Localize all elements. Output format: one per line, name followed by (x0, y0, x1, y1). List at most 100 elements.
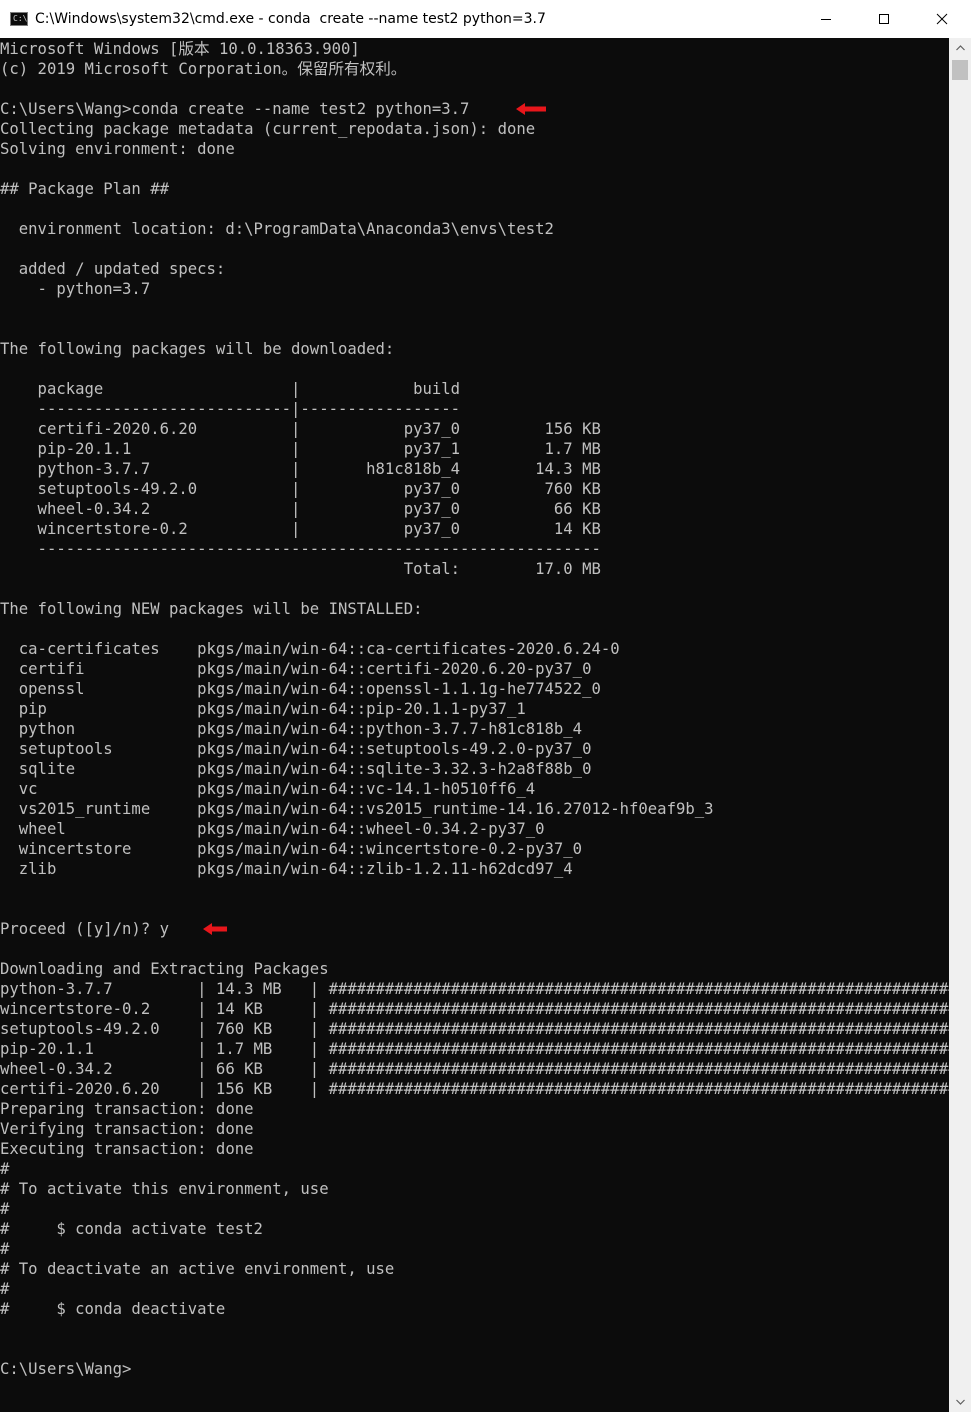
terminal-line-text: Executing transaction: done (0, 1140, 254, 1158)
minimize-button[interactable] (797, 0, 855, 38)
terminal-line-text: setuptools pkgs/main/win-64::setuptools-… (0, 740, 592, 758)
terminal-line: wincertstore-0.2 | py37_0 14 KB (0, 519, 949, 539)
terminal-line-text: Microsoft Windows [版本 10.0.18363.900] (0, 40, 360, 58)
terminal-line: C:\Users\Wang>conda create --name test2 … (0, 99, 949, 119)
terminal-line-text: zlib pkgs/main/win-64::zlib-1.2.11-h62dc… (0, 860, 573, 878)
terminal-line: certifi-2020.6.20 | 156 KB | ###########… (0, 1079, 949, 1099)
terminal-line: Total: 17.0 MB (0, 559, 949, 579)
terminal-line: C:\Users\Wang> (0, 1359, 949, 1379)
terminal-line-text: Proceed ([y]/n)? y (0, 920, 169, 938)
maximize-button[interactable] (855, 0, 913, 38)
terminal-line-text: Collecting package metadata (current_rep… (0, 120, 536, 138)
terminal-line: ----------------------------------------… (0, 539, 949, 559)
terminal-line: Downloading and Extracting Packages (0, 959, 949, 979)
terminal-output[interactable]: Microsoft Windows [版本 10.0.18363.900] (c)… (0, 38, 949, 1412)
red-annotation-arrow-icon (203, 923, 227, 935)
terminal-line: wheel pkgs/main/win-64::wheel-0.34.2-py3… (0, 819, 949, 839)
terminal-line: python-3.7.7 | h81c818b_4 14.3 MB (0, 459, 949, 479)
terminal-line: The following packages will be downloade… (0, 339, 949, 359)
terminal-line-text: ca-certificates pkgs/main/win-64::ca-cer… (0, 640, 620, 658)
terminal-line: python-3.7.7 | 14.3 MB | ###############… (0, 979, 949, 999)
terminal-line-text: ---------------------------|------------… (0, 400, 461, 418)
terminal-line: Collecting package metadata (current_rep… (0, 119, 949, 139)
terminal-line-text: certifi-2020.6.20 | 156 KB | ###########… (0, 1080, 949, 1098)
terminal-line-text: The following NEW packages will be INSTA… (0, 600, 423, 618)
terminal-line: setuptools-49.2.0 | py37_0 760 KB (0, 479, 949, 499)
terminal-line-text: wheel-0.34.2 | py37_0 66 KB (0, 500, 601, 518)
minimize-icon (821, 19, 831, 20)
terminal-line-text: pip pkgs/main/win-64::pip-20.1.1-py37_1 (0, 700, 526, 718)
scroll-up-arrow-icon (955, 45, 965, 51)
terminal-line-text: (c) 2019 Microsoft Corporation。保留所有权利。 (0, 60, 407, 78)
terminal-line: sqlite pkgs/main/win-64::sqlite-3.32.3-h… (0, 759, 949, 779)
red-annotation-arrow-icon (516, 103, 546, 115)
terminal-line-text: C:\Users\Wang>conda create --name test2 … (0, 100, 470, 118)
terminal-line: Preparing transaction: done (0, 1099, 949, 1119)
terminal-line: environment location: d:\ProgramData\Ana… (0, 219, 949, 239)
terminal-line-text: Solving environment: done (0, 140, 235, 158)
terminal-line: certifi pkgs/main/win-64::certifi-2020.6… (0, 659, 949, 679)
window-title: C:\Windows\system32\cmd.exe - conda crea… (35, 11, 546, 27)
terminal-line-text: C:\Users\Wang> (0, 1360, 132, 1378)
terminal-line: ---------------------------|------------… (0, 399, 949, 419)
terminal-line-text: wincertstore pkgs/main/win-64::wincertst… (0, 840, 583, 858)
terminal-line-text: Downloading and Extracting Packages (0, 960, 329, 978)
terminal-line-text: openssl pkgs/main/win-64::openssl-1.1.1g… (0, 680, 601, 698)
terminal-line: wincertstore-0.2 | 14 KB | #############… (0, 999, 949, 1019)
title-bar[interactable]: C:\ C:\Windows\system32\cmd.exe - conda … (0, 0, 971, 38)
terminal-line-text: wheel pkgs/main/win-64::wheel-0.34.2-py3… (0, 820, 545, 838)
terminal-line: The following NEW packages will be INSTA… (0, 599, 949, 619)
terminal-line-text: # To activate this environment, use (0, 1180, 329, 1198)
vertical-scrollbar[interactable] (949, 38, 971, 1412)
terminal-line-text: certifi pkgs/main/win-64::certifi-2020.6… (0, 660, 592, 678)
terminal-line: wheel-0.34.2 | py37_0 66 KB (0, 499, 949, 519)
terminal-line: (c) 2019 Microsoft Corporation。保留所有权利。 (0, 59, 949, 79)
terminal-line-text: # $ conda deactivate (0, 1300, 226, 1318)
terminal-line-text: vs2015_runtime pkgs/main/win-64::vs2015_… (0, 800, 714, 818)
terminal-line: # $ conda deactivate (0, 1299, 949, 1319)
scroll-up-button[interactable] (949, 38, 971, 58)
terminal-line: # To activate this environment, use (0, 1179, 949, 1199)
terminal-line: added / updated specs: (0, 259, 949, 279)
terminal-line-text: wincertstore-0.2 | 14 KB | #############… (0, 1000, 949, 1018)
terminal-line-text: python-3.7.7 | h81c818b_4 14.3 MB (0, 460, 601, 478)
close-icon (936, 13, 948, 25)
terminal-line: pip pkgs/main/win-64::pip-20.1.1-py37_1 (0, 699, 949, 719)
close-button[interactable] (913, 0, 971, 38)
terminal-line: Executing transaction: done (0, 1139, 949, 1159)
terminal-line-text: package | build (0, 380, 461, 398)
terminal-line: certifi-2020.6.20 | py37_0 156 KB (0, 419, 949, 439)
cmd-app-icon[interactable]: C:\ (10, 12, 28, 26)
terminal-line: - python=3.7 (0, 279, 949, 299)
terminal-line-text: # (0, 1240, 10, 1258)
terminal-line: Proceed ([y]/n)? y (0, 919, 949, 939)
scroll-down-button[interactable] (949, 1392, 971, 1412)
terminal-line: Microsoft Windows [版本 10.0.18363.900] (0, 39, 949, 59)
terminal-line-text: wheel-0.34.2 | 66 KB | #################… (0, 1060, 949, 1078)
terminal-line-text: # To deactivate an active environment, u… (0, 1260, 395, 1278)
terminal-line: ca-certificates pkgs/main/win-64::ca-cer… (0, 639, 949, 659)
terminal-line-text: Total: 17.0 MB (0, 560, 601, 578)
terminal-line: package | build (0, 379, 949, 399)
terminal-line-text: # $ conda activate test2 (0, 1220, 263, 1238)
terminal-line-text: setuptools-49.2.0 | py37_0 760 KB (0, 480, 601, 498)
terminal-line: pip-20.1.1 | 1.7 MB | ##################… (0, 1039, 949, 1059)
terminal-line-text: python-3.7.7 | 14.3 MB | ###############… (0, 980, 949, 998)
scrollbar-thumb[interactable] (952, 60, 968, 80)
terminal-line: # To deactivate an active environment, u… (0, 1259, 949, 1279)
terminal-line: # (0, 1279, 949, 1299)
terminal-line: ## Package Plan ## (0, 179, 949, 199)
terminal-line-text: pip-20.1.1 | 1.7 MB | ##################… (0, 1040, 949, 1058)
terminal-line-text: pip-20.1.1 | py37_1 1.7 MB (0, 440, 601, 458)
terminal-line: wincertstore pkgs/main/win-64::wincertst… (0, 839, 949, 859)
